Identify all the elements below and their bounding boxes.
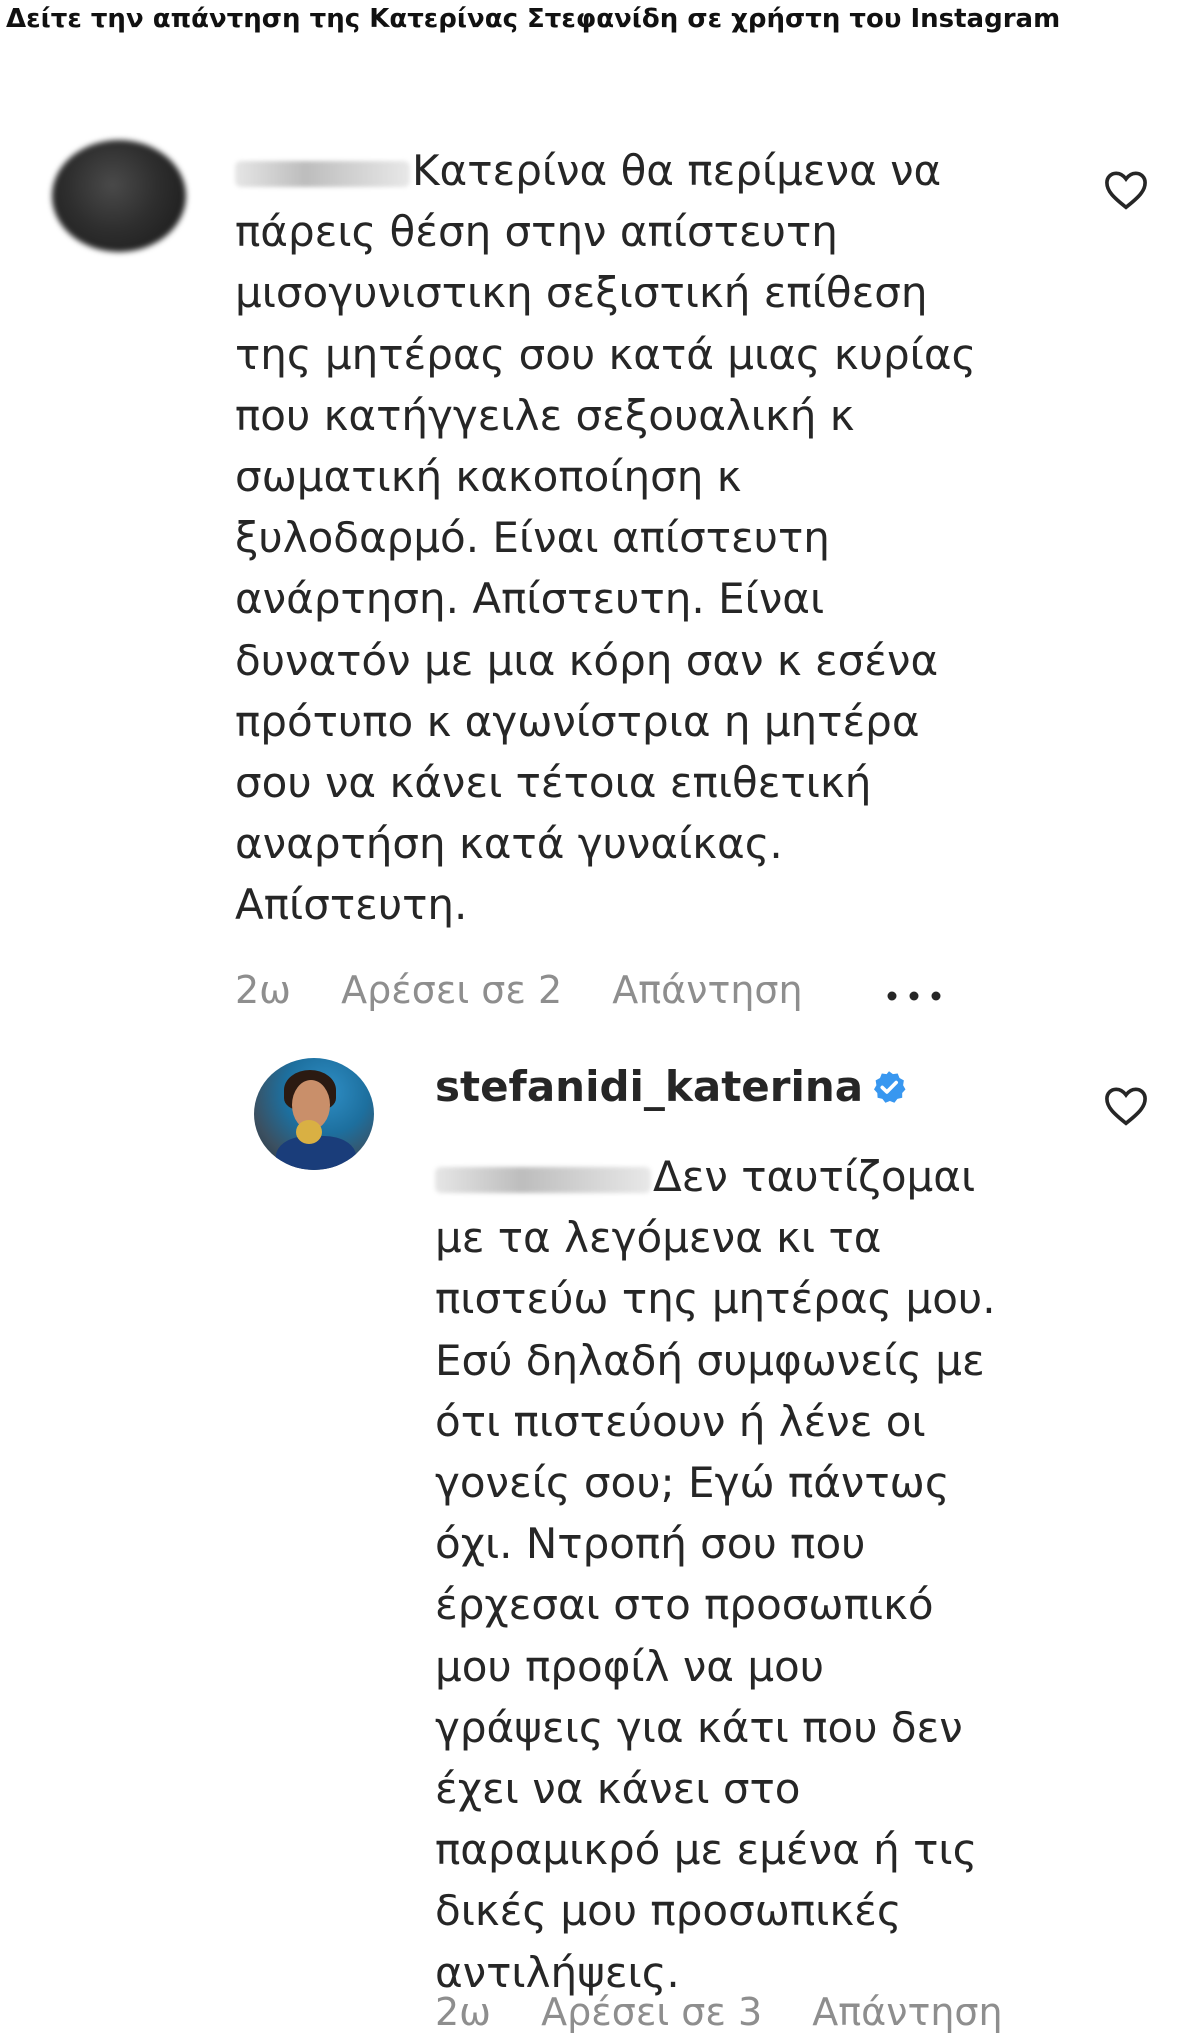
reply-comment-meta: 2ω Αρέσει σε 3 Απάντηση (435, 1990, 1041, 2034)
redacted-username (435, 1166, 651, 1193)
comment-line: σου να κάνει τέτοια επιθετική (235, 758, 872, 808)
comment-line: ότι πιστεύουν ή λένε οι (435, 1396, 926, 1446)
comment-line: με τα λεγόμενα κι τα (435, 1213, 882, 1263)
comment-line: πρότυπο κ αγωνίστρια η μητέρα (235, 696, 920, 746)
comment-time: 2ω (235, 968, 291, 1012)
verified-badge-icon (874, 1071, 906, 1103)
more-options-icon[interactable] (886, 990, 942, 1002)
comment-line: γράψεις για κάτι που δεν (435, 1702, 963, 1752)
comment-line: μου προφίλ να μου (435, 1641, 825, 1691)
comment-time: 2ω (435, 1990, 491, 2034)
comment-line: Δεν ταυτίζομαι (435, 1146, 996, 1207)
comment-line: έχει να κάνει στο (435, 1764, 801, 1814)
user-avatar[interactable] (254, 1058, 374, 1170)
reply-button[interactable]: Απάντηση (812, 1990, 1002, 2034)
comment-line: μισογυνιστικη σεξιστική επίθεση (235, 268, 928, 318)
comment-line: έρχεσαι στο προσωπικό (435, 1580, 934, 1630)
username-row: stefanidi_katerina (435, 1062, 907, 1111)
comment-line: γονείς σου; Εγώ πάντως (435, 1458, 950, 1508)
reply-comment-body: Δεν ταυτίζομαι με τα λεγόμενα κι τα πιστ… (435, 1146, 996, 2003)
heart-outline-icon[interactable] (1104, 1086, 1148, 1126)
heart-outline-icon[interactable] (1104, 170, 1148, 210)
comment-line: της μητέρας σου κατά μιας κυρίας (235, 329, 977, 379)
commenter-avatar[interactable] (52, 140, 186, 252)
comment-text-segment: Δεν ταυτίζομαι (653, 1152, 976, 1201)
comment-line: αναρτήση κατά γυναίκας. (235, 819, 783, 869)
comment-line: ξυλοδαρμό. Είναι απίστευτη (235, 513, 830, 563)
comment-line: Απίστευτη. (235, 880, 468, 930)
comment-line: σωματική κακοποίηση κ (235, 452, 742, 502)
comment-body: Κατερίνα θα περίμενα να πάρεις θέση στην… (235, 140, 976, 936)
comment-line: Εσύ δηλαδή συμφωνείς με (435, 1335, 985, 1385)
comment-line: όχι. Ντροπή σου που (435, 1519, 866, 1569)
comment-line: που κατήγγειλε σεξουαλική κ (235, 390, 855, 440)
comment-line: Κατερίνα θα περίμενα να (235, 140, 976, 201)
likes-count-button[interactable]: Αρέσει σε 2 (341, 968, 562, 1012)
comment-line: πιστεύω της μητέρας μου. (435, 1274, 996, 1324)
comment-meta: 2ω Αρέσει σε 2 Απάντηση (235, 968, 841, 1012)
comment-line: παραμικρό με εμένα ή τις (435, 1825, 978, 1875)
redacted-username (235, 160, 410, 187)
medal-icon (296, 1120, 322, 1144)
username-link[interactable]: stefanidi_katerina (435, 1062, 863, 1111)
comment-line: ανάρτηση. Απίστευτη. Είναι (235, 574, 825, 624)
likes-count-button[interactable]: Αρέσει σε 3 (541, 1990, 762, 2034)
comment-line: δυνατόν με μια κόρη σαν κ εσένα (235, 635, 939, 685)
reply-button[interactable]: Απάντηση (612, 968, 802, 1012)
comment-line: δικές μου προσωπικές (435, 1886, 902, 1936)
comment-line: πάρεις θέση στην απίστευτη (235, 207, 838, 257)
article-headline: Δείτε την απάντηση της Κατερίνας Στεφανί… (6, 4, 1061, 34)
comment-text-segment: Κατερίνα θα περίμενα να (412, 146, 942, 195)
